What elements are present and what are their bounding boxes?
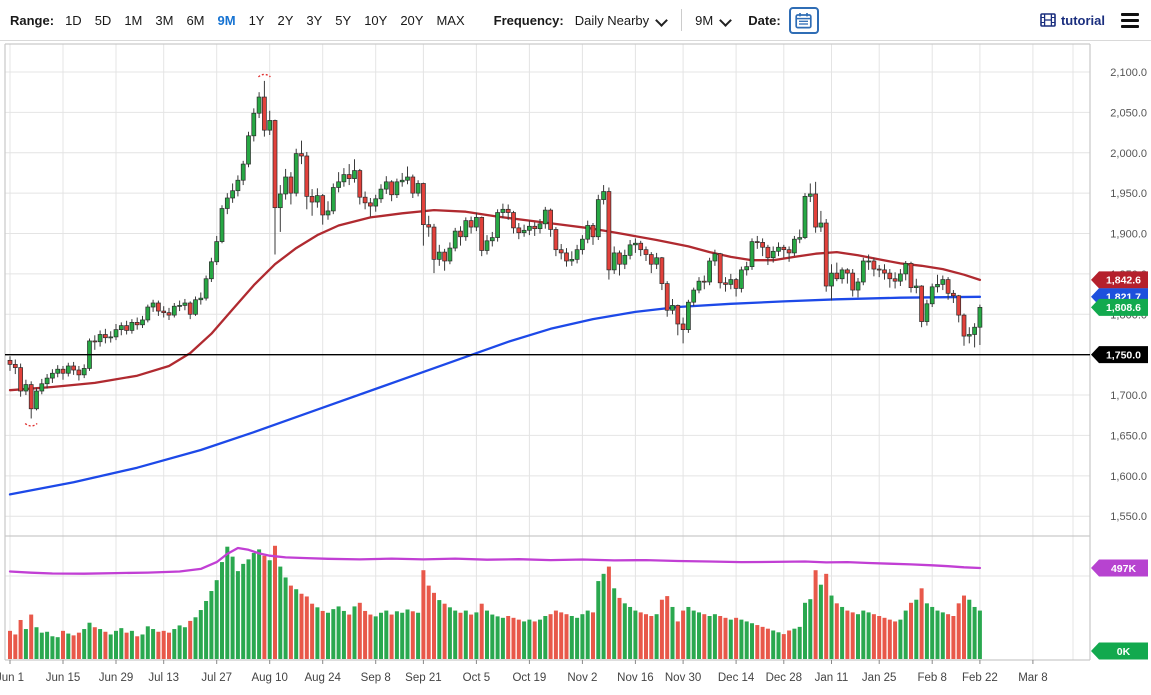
film-icon <box>1040 13 1056 27</box>
range-option-3y[interactable]: 3Y <box>306 13 322 28</box>
range-option-1d[interactable]: 1D <box>65 13 82 28</box>
period-dropdown[interactable]: 9M <box>695 12 733 28</box>
flag-label: 1,842.6 <box>1106 275 1141 287</box>
svg-text:Jan 11: Jan 11 <box>815 672 849 684</box>
svg-text:Jun 1: Jun 1 <box>0 672 24 684</box>
svg-text:Dec 28: Dec 28 <box>766 672 802 684</box>
toolbar-divider <box>681 9 683 31</box>
tutorial-label: tutorial <box>1060 12 1105 28</box>
svg-text:Nov 30: Nov 30 <box>665 672 701 684</box>
range-option-5y[interactable]: 5Y <box>335 13 351 28</box>
range-option-1y[interactable]: 1Y <box>249 13 265 28</box>
svg-text:1,600.0: 1,600.0 <box>1110 471 1147 483</box>
calendar-icon <box>795 12 812 28</box>
calendar-button[interactable] <box>788 6 819 34</box>
range-option-1m[interactable]: 1M <box>124 13 142 28</box>
svg-text:1,550.0: 1,550.0 <box>1110 511 1147 523</box>
svg-text:Aug 24: Aug 24 <box>304 672 341 684</box>
svg-text:Jun 15: Jun 15 <box>46 672 81 684</box>
date-group: Date: <box>748 6 819 34</box>
svg-text:2,000.0: 2,000.0 <box>1110 148 1147 160</box>
range-label: Range: <box>10 12 55 28</box>
range-option-6m[interactable]: 6M <box>186 13 204 28</box>
svg-text:Jun 29: Jun 29 <box>99 672 134 684</box>
flag-label: 0K <box>1117 646 1131 658</box>
range-option-5d[interactable]: 5D <box>95 13 112 28</box>
svg-text:Aug 10: Aug 10 <box>251 672 287 684</box>
frequency-dropdown[interactable]: Daily Nearby <box>574 12 669 28</box>
price-chart-canvas[interactable]: Jun 1 Jun 15 Jun 29 Jul 13 Jul 27 Aug 10 Aug 2… <box>0 0 1151 695</box>
svg-text:Sep 21: Sep 21 <box>405 672 441 684</box>
frequency-value: Daily Nearby <box>574 12 650 28</box>
date-label: Date: <box>748 12 781 28</box>
svg-text:2,050.0: 2,050.0 <box>1110 107 1147 119</box>
range-option-9m[interactable]: 9M <box>218 13 236 28</box>
chevron-down-icon <box>719 13 733 27</box>
svg-text:Nov 16: Nov 16 <box>617 672 653 684</box>
svg-text:Dec 14: Dec 14 <box>718 672 755 684</box>
flag-label: 497K <box>1111 563 1137 575</box>
menu-button[interactable] <box>1121 12 1139 28</box>
svg-text:Sep 8: Sep 8 <box>361 672 391 684</box>
svg-text:Nov 2: Nov 2 <box>567 672 597 684</box>
svg-text:Feb 8: Feb 8 <box>917 672 946 684</box>
range-list: 1D 5D 1M 3M 6M 9M 1Y 2Y 3Y 5Y 10Y 20Y MAX <box>65 13 478 28</box>
flag-label: 1,750.0 <box>1106 349 1141 361</box>
svg-text:2,100.0: 2,100.0 <box>1110 67 1147 79</box>
frequency-group: Frequency: Daily Nearby <box>494 13 669 28</box>
svg-text:Mar 8: Mar 8 <box>1018 672 1047 684</box>
svg-text:Oct 5: Oct 5 <box>463 672 490 684</box>
svg-text:Jan 25: Jan 25 <box>862 672 897 684</box>
svg-text:1,700.0: 1,700.0 <box>1110 390 1147 402</box>
svg-text:Jul 27: Jul 27 <box>201 672 232 684</box>
tutorial-link[interactable]: tutorial <box>1040 13 1105 28</box>
svg-text:1,900.0: 1,900.0 <box>1110 229 1147 241</box>
period-value: 9M <box>695 12 714 28</box>
chart-toolbar: Range: 1D 5D 1M 3M 6M 9M 1Y 2Y 3Y 5Y 10Y 20Y MAX Fre… <box>0 0 1151 41</box>
svg-text:Oct 19: Oct 19 <box>512 672 546 684</box>
frequency-label: Frequency: <box>493 12 564 28</box>
range-option-3m[interactable]: 3M <box>155 13 173 28</box>
svg-text:Feb 22: Feb 22 <box>962 672 998 684</box>
range-option-2y[interactable]: 2Y <box>277 13 293 28</box>
svg-text:1,650.0: 1,650.0 <box>1110 430 1147 442</box>
range-option-max[interactable]: MAX <box>436 13 464 28</box>
chevron-down-icon <box>655 13 669 27</box>
svg-text:Jul 13: Jul 13 <box>148 672 179 684</box>
range-option-10y[interactable]: 10Y <box>364 13 387 28</box>
range-option-20y[interactable]: 20Y <box>400 13 423 28</box>
flag-label: 1,808.6 <box>1106 302 1141 314</box>
svg-text:1,950.0: 1,950.0 <box>1110 188 1147 200</box>
